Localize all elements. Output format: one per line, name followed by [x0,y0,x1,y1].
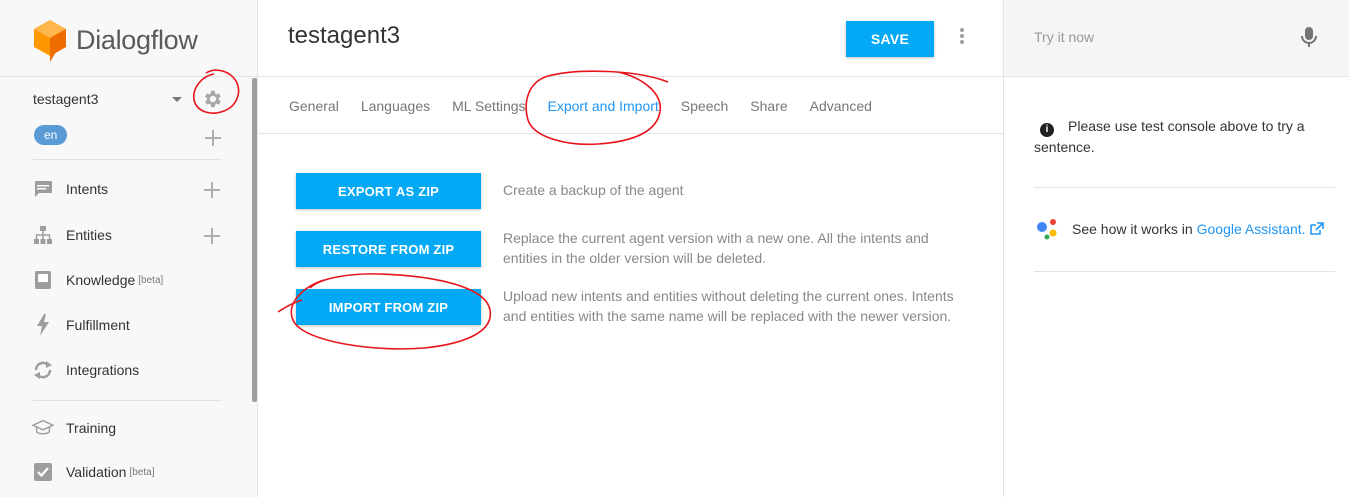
google-assistant-link[interactable]: Google Assistant. [1197,221,1306,237]
add-entity-icon[interactable] [204,228,220,244]
tab-languages[interactable]: Languages [350,86,441,126]
dialogflow-app: Dialogflow testagent3 en Intents Entitie… [0,0,1349,497]
sidebar-scrollbar[interactable] [252,78,257,402]
hint-text: Please use test console above to try a s… [1034,118,1305,155]
book-icon [32,269,54,291]
page-title: testagent3 [288,22,401,49]
sidebar-item-label: Knowledge [66,272,136,288]
checkbox-icon [32,461,54,483]
restore-description: Replace the current agent version with a… [503,230,929,266]
tab-speech[interactable]: Speech [670,86,739,126]
sidebar-item-label: Entities [66,227,112,243]
tab-share[interactable]: Share [739,86,798,126]
settings-tabs: General Languages ML Settings Export and… [278,86,883,132]
brand-logo[interactable]: Dialogflow [32,18,198,62]
import-description: Upload new intents and entities without … [503,288,954,324]
google-assistant-row: See how it works in Google Assistant. [1034,217,1334,241]
assistant-prefix-text: See how it works in [1072,221,1193,237]
export-as-zip-button[interactable]: EXPORT AS ZIP [296,173,481,209]
caret-down-icon[interactable] [172,97,182,102]
sidebar-item-label: Training [66,420,117,436]
sidebar-item-intents[interactable]: Intents [32,177,232,201]
dialogflow-logo-icon [34,20,66,62]
test-console-panel: Try it now i Please use test console abov… [1003,0,1349,497]
sidebar-item-knowledge[interactable]: Knowledge [beta] [32,268,232,292]
test-console-hint: i Please use test console above to try a … [1034,116,1334,157]
language-chip[interactable]: en [34,125,68,145]
tab-export-and-import[interactable]: Export and Import [537,86,670,126]
main-content: testagent3 SAVE General Languages ML Set… [258,0,1003,497]
chat-bubble-icon [32,178,54,200]
more-options-icon[interactable] [960,28,966,48]
sidebar-item-training[interactable]: Training [32,416,232,440]
sidebar: Dialogflow testagent3 en Intents Entitie… [0,0,258,497]
hierarchy-icon [32,224,54,246]
sync-icon [32,359,54,381]
google-assistant-icon [1034,217,1062,241]
sidebar-item-label: Fulfillment [66,317,130,333]
sidebar-item-label: Validation [66,464,127,480]
sidebar-item-entities[interactable]: Entities [32,223,232,247]
bolt-icon [32,314,54,336]
microphone-icon[interactable] [1300,26,1318,48]
add-language-icon[interactable] [205,130,221,146]
sidebar-item-integrations[interactable]: Integrations [32,358,232,382]
save-button[interactable]: SAVE [846,21,934,57]
tab-advanced[interactable]: Advanced [799,86,883,126]
divider [1034,187,1335,188]
graduation-cap-icon [32,417,54,439]
agent-name: testagent3 [33,91,99,107]
sidebar-item-validation[interactable]: Validation [beta] [32,460,232,484]
divider [258,133,1003,134]
gear-icon[interactable] [201,88,223,110]
sidebar-item-fulfillment[interactable]: Fulfillment [32,313,232,337]
restore-from-zip-button[interactable]: RESTORE FROM ZIP [296,231,481,267]
divider [33,400,222,401]
info-icon: i [1040,123,1054,137]
add-intent-icon[interactable] [204,182,220,198]
main-header: testagent3 SAVE [258,0,1003,77]
beta-badge: [beta] [129,466,155,478]
sidebar-item-label: Integrations [66,362,140,378]
try-it-now-input[interactable]: Try it now [1034,29,1094,45]
tab-general[interactable]: General [278,86,350,126]
export-description: Create a backup of the agent [503,182,684,198]
external-link-icon[interactable] [1309,222,1325,236]
brand-name: Dialogflow [76,24,198,55]
import-from-zip-button[interactable]: IMPORT FROM ZIP [296,289,481,325]
sidebar-item-label: Intents [66,181,109,197]
divider [1034,271,1335,272]
divider [0,76,258,77]
tab-ml-settings[interactable]: ML Settings [441,86,536,126]
beta-badge: [beta] [138,274,164,286]
try-it-now-bar[interactable]: Try it now [1004,0,1349,77]
divider [33,159,222,160]
